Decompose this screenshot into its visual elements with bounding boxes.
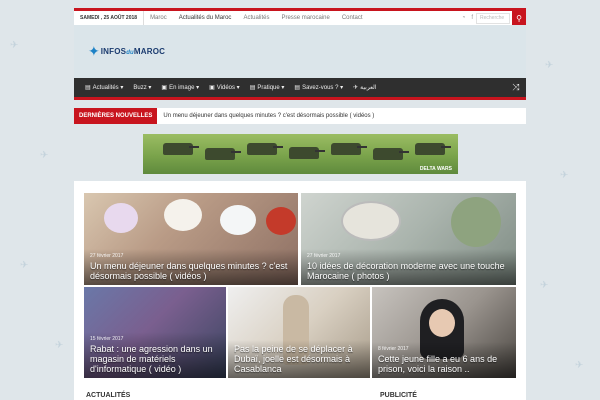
card-date: 15 février 2017 — [90, 336, 124, 342]
main-navigation: ▤ Actualités ▾ Buzz ▾ ▣ En image ▾ ▣ Vidéos… — [74, 78, 526, 100]
current-date: SAMEDI , 25 AOÛT 2018 — [74, 11, 145, 25]
featured-card[interactable]: Pas la peine de se déplacer à Dubaï, joe… — [228, 287, 370, 378]
background-bird-icon: ✈ — [20, 260, 29, 271]
breaking-news-bar: DERNIÈRES NOUVELLES Un menu déjeuner dan… — [74, 108, 526, 124]
background-bird-icon: ✈ — [55, 340, 64, 351]
top-link-maroc[interactable]: Maroc — [144, 11, 173, 25]
ad-banner[interactable]: DELTA WARS — [143, 134, 458, 174]
card-title: Pas la peine de se déplacer à Dubaï, joe… — [234, 344, 353, 374]
tank-graphic — [247, 143, 283, 155]
nav-item-buzz[interactable]: Buzz ▾ — [128, 84, 156, 91]
card-title: Un menu déjeuner dans quelques minutes ?… — [90, 261, 288, 281]
site-header: ✦ INFOSduMAROC — [74, 25, 526, 78]
top-link-contact[interactable]: Contact — [336, 11, 369, 25]
video-icon: ▣ — [209, 85, 215, 91]
featured-card[interactable]: 27 février 2017 Un menu déjeuner dans qu… — [84, 193, 298, 285]
card-date: 27 février 2017 — [307, 253, 341, 259]
background-bird-icon: ✈ — [10, 40, 19, 51]
tank-graphic — [163, 143, 199, 155]
featured-card[interactable]: 15 février 2017 Rabat : une agression da… — [84, 287, 226, 378]
card-title: Rabat : une agression dans un magasin de… — [90, 344, 213, 374]
nav-item-actualites[interactable]: ▤ Actualités ▾ — [80, 84, 128, 91]
card-date: 8 février 2017 — [378, 346, 409, 352]
nav-item-arabic[interactable]: ✈ العربية — [348, 84, 381, 91]
search-icon[interactable]: ⚲ — [512, 11, 526, 25]
card-date: 27 février 2017 — [90, 253, 124, 259]
breaking-news-label: DERNIÈRES NOUVELLES — [74, 108, 158, 124]
background-bird-icon: ✈ — [575, 360, 584, 371]
logo-star-icon: ✦ — [88, 43, 100, 59]
tank-graphic — [331, 143, 367, 155]
image-icon: ▣ — [161, 85, 168, 91]
top-link-actualites-maroc[interactable]: Actualités du Maroc — [173, 11, 238, 25]
ad-text: DELTA WARS — [419, 166, 452, 172]
featured-card[interactable]: 27 février 2017 10 idées de décoration m… — [301, 193, 516, 285]
top-link-presse[interactable]: Presse marocaine — [275, 11, 335, 25]
tank-graphic — [373, 148, 409, 160]
card-title: 10 idées de décoration moderne avec une … — [307, 261, 505, 281]
list-icon: ▤ — [294, 85, 301, 91]
site-logo[interactable]: ✦ INFOSduMAROC — [88, 43, 165, 60]
top-link-actualites[interactable]: Actualités — [237, 11, 275, 25]
content-area: 27 février 2017 Un menu déjeuner dans qu… — [74, 181, 526, 400]
random-article-icon[interactable]: ⤨ — [506, 78, 526, 97]
featured-card[interactable]: 8 février 2017 Cette jeune fille a eu 6 … — [372, 287, 516, 378]
list-icon: ▤ — [249, 85, 256, 91]
background-bird-icon: ✈ — [545, 60, 554, 71]
background-bird-icon: ✈ — [540, 280, 549, 291]
nav-item-videos[interactable]: ▣ Vidéos ▾ — [204, 84, 245, 91]
nav-item-en-image[interactable]: ▣ En image ▾ — [156, 84, 204, 91]
tank-graphic — [205, 148, 241, 160]
nav-item-savez-vous[interactable]: ▤ Savez-vous ? ▾ — [289, 84, 348, 91]
rss-icon[interactable]: ◔ — [459, 15, 469, 21]
breaking-news-link[interactable]: Un menu déjeuner dans quelques minutes ?… — [157, 113, 374, 119]
list-icon: ▤ — [85, 85, 91, 91]
nav-item-pratique[interactable]: ▤ Pratique ▾ — [245, 84, 290, 91]
background-bird-icon: ✈ — [40, 150, 49, 161]
background-bird-icon: ✈ — [560, 170, 569, 181]
section-heading-actualites: ACTUALITÉS — [86, 392, 130, 400]
facebook-icon[interactable]: f — [468, 15, 476, 21]
card-title: Cette jeune fille a eu 6 ans de prison, … — [378, 354, 498, 374]
top-bar: SAMEDI , 25 AOÛT 2018 Maroc Actualités d… — [74, 8, 526, 25]
tank-graphic — [289, 147, 325, 159]
section-heading-publicite: PUBLICITÉ — [380, 392, 417, 400]
search-input[interactable]: Recherche — [476, 12, 510, 24]
tank-graphic — [415, 143, 451, 155]
plane-icon: ✈ — [353, 85, 359, 91]
